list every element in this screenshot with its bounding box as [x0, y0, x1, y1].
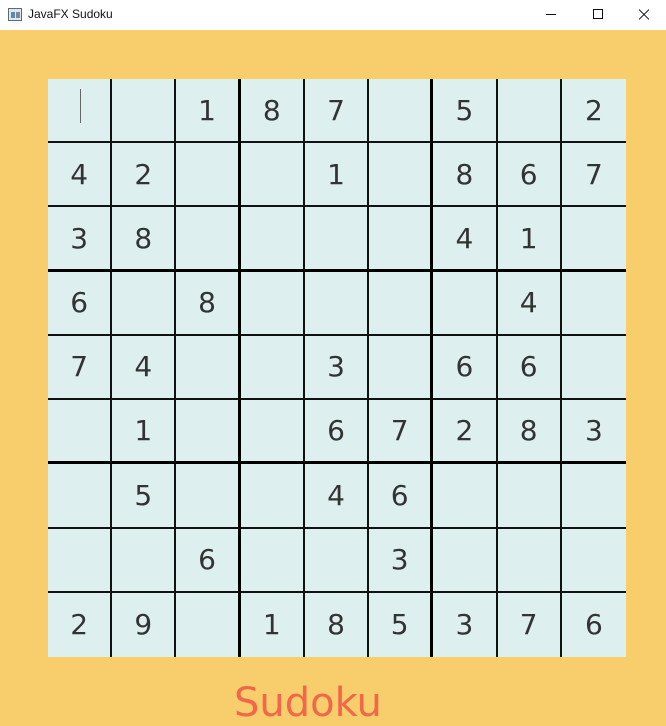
sudoku-cell[interactable]	[561, 464, 626, 529]
sudoku-cell[interactable]: 4	[497, 271, 562, 336]
sudoku-cell[interactable]	[176, 592, 241, 657]
sudoku-cell[interactable]: 1	[176, 79, 241, 144]
sudoku-cell[interactable]	[369, 79, 434, 144]
minimize-icon	[546, 14, 556, 15]
sudoku-cell[interactable]: 3	[433, 592, 498, 657]
sudoku-cell[interactable]	[369, 271, 434, 336]
sudoku-cell[interactable]	[48, 528, 113, 593]
sudoku-cell[interactable]: 7	[369, 400, 434, 465]
sudoku-cell[interactable]	[48, 79, 113, 144]
sudoku-cell[interactable]: 6	[561, 592, 626, 657]
close-button[interactable]	[620, 0, 666, 30]
sudoku-cell[interactable]: 2	[561, 79, 626, 144]
sudoku-cell[interactable]: 1	[497, 207, 562, 272]
sudoku-cell[interactable]	[240, 528, 305, 593]
sudoku-cell[interactable]: 8	[112, 207, 177, 272]
sudoku-board: 1875242186738416847436616728354663291853…	[48, 79, 626, 657]
app-window: JavaFX Sudoku 18752421867384168474366167…	[0, 0, 666, 726]
sudoku-cell[interactable]: 1	[112, 400, 177, 465]
sudoku-cell[interactable]	[304, 271, 370, 336]
minimize-button[interactable]	[528, 0, 574, 30]
sudoku-cell[interactable]	[112, 271, 177, 336]
sudoku-cell[interactable]	[304, 207, 370, 272]
sudoku-cell[interactable]: 4	[304, 464, 370, 529]
sudoku-cell[interactable]: 4	[48, 143, 113, 208]
sudoku-cell[interactable]	[240, 271, 305, 336]
sudoku-cell[interactable]	[561, 528, 626, 593]
sudoku-cell[interactable]	[176, 400, 241, 465]
sudoku-cell[interactable]: 8	[433, 143, 498, 208]
sudoku-cell[interactable]: 3	[48, 207, 113, 272]
sudoku-cell[interactable]: 7	[497, 592, 562, 657]
sudoku-cell[interactable]	[176, 464, 241, 529]
sudoku-cell[interactable]	[176, 207, 241, 272]
sudoku-cell[interactable]: 6	[497, 335, 562, 401]
sudoku-cell[interactable]: 4	[433, 207, 498, 272]
sudoku-cell[interactable]: 3	[304, 335, 370, 401]
sudoku-cell[interactable]	[433, 528, 498, 593]
sudoku-cell[interactable]: 8	[304, 592, 370, 657]
sudoku-cell[interactable]	[369, 143, 434, 208]
sudoku-cell[interactable]: 6	[48, 271, 113, 336]
sudoku-cell[interactable]: 3	[369, 528, 434, 593]
sudoku-cell[interactable]	[433, 271, 498, 336]
sudoku-cell[interactable]: 5	[112, 464, 177, 529]
sudoku-cell[interactable]: 8	[240, 79, 305, 144]
sudoku-cell[interactable]: 6	[304, 400, 370, 465]
sudoku-cell[interactable]	[176, 335, 241, 401]
text-caret	[80, 89, 81, 123]
sudoku-cell[interactable]: 6	[497, 143, 562, 208]
sudoku-cell[interactable]: 7	[48, 335, 113, 401]
sudoku-cell[interactable]	[48, 464, 113, 529]
sudoku-cell[interactable]	[240, 335, 305, 401]
sudoku-cell[interactable]: 4	[112, 335, 177, 401]
sudoku-cell[interactable]: 7	[561, 143, 626, 208]
sudoku-cell[interactable]	[240, 400, 305, 465]
sudoku-cell[interactable]: 1	[240, 592, 305, 657]
sudoku-cell[interactable]: 2	[48, 592, 113, 657]
sudoku-cell[interactable]	[112, 528, 177, 593]
sudoku-cell[interactable]	[497, 464, 562, 529]
window-title: JavaFX Sudoku	[28, 7, 113, 21]
title-bar[interactable]: JavaFX Sudoku	[0, 0, 666, 30]
sudoku-cell[interactable]	[176, 143, 241, 208]
maximize-icon	[593, 9, 603, 19]
sudoku-cell[interactable]: 2	[112, 143, 177, 208]
sudoku-cell[interactable]	[561, 207, 626, 272]
sudoku-cell[interactable]: 6	[433, 335, 498, 401]
sudoku-cell[interactable]: 7	[304, 79, 370, 144]
sudoku-cell[interactable]	[240, 207, 305, 272]
sudoku-cell[interactable]	[433, 464, 498, 529]
sudoku-cell[interactable]	[369, 335, 434, 401]
sudoku-cell[interactable]: 5	[433, 79, 498, 144]
sudoku-cell[interactable]: 3	[561, 400, 626, 465]
sudoku-cell[interactable]	[240, 143, 305, 208]
sudoku-cell[interactable]: 2	[433, 400, 498, 465]
sudoku-cell[interactable]: 6	[176, 528, 241, 593]
sudoku-cell[interactable]	[48, 400, 113, 465]
sudoku-cell[interactable]	[112, 79, 177, 144]
sudoku-cell[interactable]: 1	[304, 143, 370, 208]
sudoku-cell[interactable]	[497, 79, 562, 144]
sudoku-cell[interactable]: 8	[176, 271, 241, 336]
sudoku-cell[interactable]: 5	[369, 592, 434, 657]
sudoku-cell[interactable]	[561, 335, 626, 401]
sudoku-cell[interactable]	[497, 528, 562, 593]
sudoku-cell[interactable]	[561, 271, 626, 336]
sudoku-cell[interactable]	[304, 528, 370, 593]
app-window-icon	[8, 8, 22, 21]
maximize-button[interactable]	[575, 0, 621, 30]
sudoku-cell[interactable]	[240, 464, 305, 529]
sudoku-cell[interactable]: 8	[497, 400, 562, 465]
sudoku-cell[interactable]: 9	[112, 592, 177, 657]
sudoku-cell[interactable]	[369, 207, 434, 272]
page-title: Sudoku	[234, 680, 382, 726]
sudoku-cell[interactable]: 6	[369, 464, 434, 529]
